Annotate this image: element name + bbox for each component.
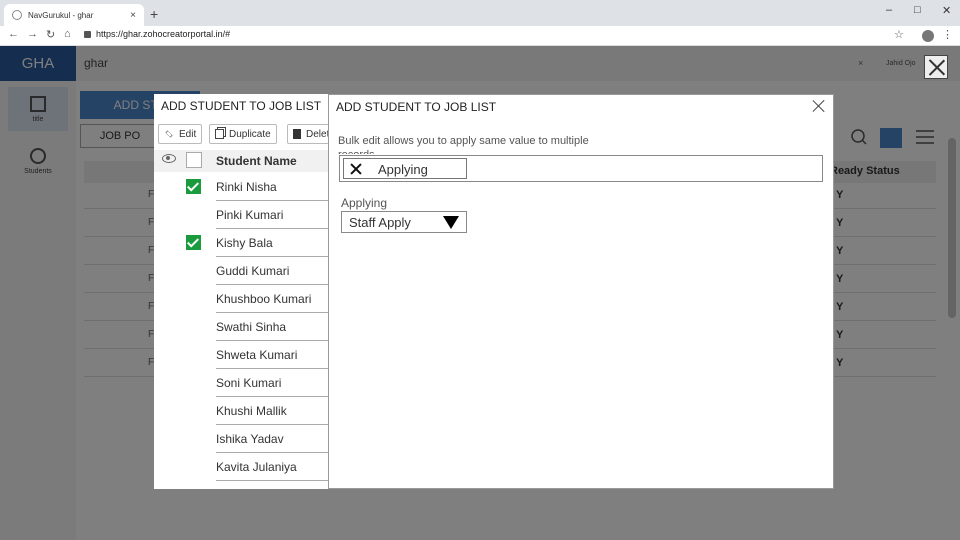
row-divider [216, 396, 334, 397]
applying-dropdown[interactable]: Staff Apply [341, 211, 467, 233]
chip-label: Applying [378, 162, 428, 177]
selected-field-chip: Applying [343, 158, 467, 179]
close-icon[interactable] [812, 99, 826, 113]
url-text: https://ghar.zohocreatorportal.in/# [96, 29, 231, 39]
student-row[interactable]: Pinki Kumari [154, 202, 334, 230]
dialog-header: ADD STUDENT TO JOB LIST [329, 95, 833, 119]
bulk-edit-hint: Bulk edit allows you to apply same value… [338, 135, 589, 154]
new-tab-button[interactable]: + [150, 6, 158, 22]
student-name: Soni Kumari [216, 376, 282, 390]
select-all-checkbox[interactable] [186, 152, 202, 168]
edit-label: Edit [179, 128, 197, 140]
student-row[interactable]: Ishika Yadav [154, 426, 334, 454]
student-row[interactable]: Shweta Kumari [154, 342, 334, 370]
field-select-box[interactable]: Applying [339, 155, 823, 182]
pencil-icon [165, 130, 173, 138]
address-bar: ← → ↻ ⌂ https://ghar.zohocreatorportal.i… [0, 26, 960, 46]
bookmark-star-icon[interactable]: ☆ [894, 28, 904, 41]
close-overlay-button[interactable] [924, 55, 948, 79]
back-icon[interactable]: ← [8, 28, 19, 40]
student-row[interactable]: Kavita Julaniya [154, 482, 334, 489]
profile-avatar[interactable] [922, 30, 934, 42]
minimize-button[interactable]: – [886, 4, 892, 16]
applying-field-label: Applying [341, 196, 388, 210]
student-name: Rinki Nisha [216, 180, 277, 194]
delete-button[interactable]: Delete [287, 124, 334, 144]
student-name: Khushboo Kumari [216, 292, 312, 306]
row-divider [216, 340, 334, 341]
row-checkbox-checked[interactable] [186, 179, 201, 194]
row-divider [216, 284, 334, 285]
row-divider [216, 312, 334, 313]
row-checkbox-checked[interactable] [186, 235, 201, 250]
duplicate-label: Duplicate [229, 128, 271, 140]
dropdown-value: Staff Apply [349, 215, 411, 230]
trash-icon [293, 129, 301, 139]
row-divider [216, 256, 334, 257]
eye-icon[interactable] [162, 154, 176, 163]
edit-button[interactable]: Edit [158, 124, 203, 144]
row-divider [216, 200, 334, 201]
row-divider [216, 452, 334, 453]
student-name: Shweta Kumari [216, 348, 298, 362]
student-row[interactable]: Rinki Nisha [154, 174, 334, 202]
duplicate-icon [215, 129, 224, 139]
student-row[interactable]: Khushboo Kumari [154, 286, 334, 314]
student-row[interactable]: Khushi Mallik [154, 398, 334, 426]
dialog-body: Bulk edit allows you to apply same value… [329, 119, 833, 488]
lock-icon [84, 30, 91, 38]
student-row[interactable]: Soni Kumari [154, 370, 334, 398]
student-name: Pinki Kumari [216, 208, 284, 222]
student-name: Swathi Sinha [216, 320, 287, 334]
dialog-title: ADD STUDENT TO JOB LIST [336, 100, 497, 114]
student-list-panel: ADD STUDENT TO JOB LIST Edit Duplicate D… [154, 94, 334, 489]
favicon-icon [12, 10, 22, 20]
home-icon[interactable]: ⌂ [64, 28, 71, 40]
student-name: Ishika Yadav [216, 432, 284, 446]
student-name: Kavita Julaniya [216, 488, 297, 489]
maximize-button[interactable]: □ [914, 4, 921, 16]
student-row[interactable]: Swathi Sinha [154, 314, 334, 342]
panel-title: ADD STUDENT TO JOB LIST [161, 99, 322, 113]
row-divider [216, 480, 334, 481]
row-divider [216, 368, 334, 369]
student-name: Kavita Julaniya [216, 460, 297, 474]
student-name-header: Student Name [216, 154, 297, 168]
reload-icon[interactable]: ↻ [46, 28, 55, 41]
student-name: Khushi Mallik [216, 404, 287, 418]
student-row[interactable]: Kishy Bala [154, 230, 334, 258]
duplicate-button[interactable]: Duplicate [209, 124, 277, 144]
browser-tab[interactable]: NavGurukul - ghar × [4, 4, 144, 26]
student-name: Guddi Kumari [216, 264, 290, 278]
bulk-edit-dialog: ADD STUDENT TO JOB LIST Bulk edit allows… [328, 94, 834, 489]
tab-close-icon[interactable]: × [130, 10, 136, 21]
forward-icon[interactable]: → [27, 28, 38, 40]
student-name: Kishy Bala [216, 236, 273, 250]
student-row[interactable]: Kavita Julaniya [154, 454, 334, 482]
url-field[interactable]: https://ghar.zohocreatorportal.in/# [84, 29, 230, 39]
student-row[interactable]: Guddi Kumari [154, 258, 334, 286]
window-close-button[interactable]: ✕ [942, 4, 951, 17]
dropdown-arrow-icon [443, 216, 459, 229]
remove-chip-icon[interactable] [350, 163, 362, 175]
browser-tab-bar: NavGurukul - ghar × + – □ ✕ [0, 0, 960, 26]
row-divider [216, 424, 334, 425]
browser-menu-icon[interactable]: ⋮ [942, 28, 953, 41]
tab-title: NavGurukul - ghar [28, 10, 94, 20]
row-divider [216, 228, 334, 229]
